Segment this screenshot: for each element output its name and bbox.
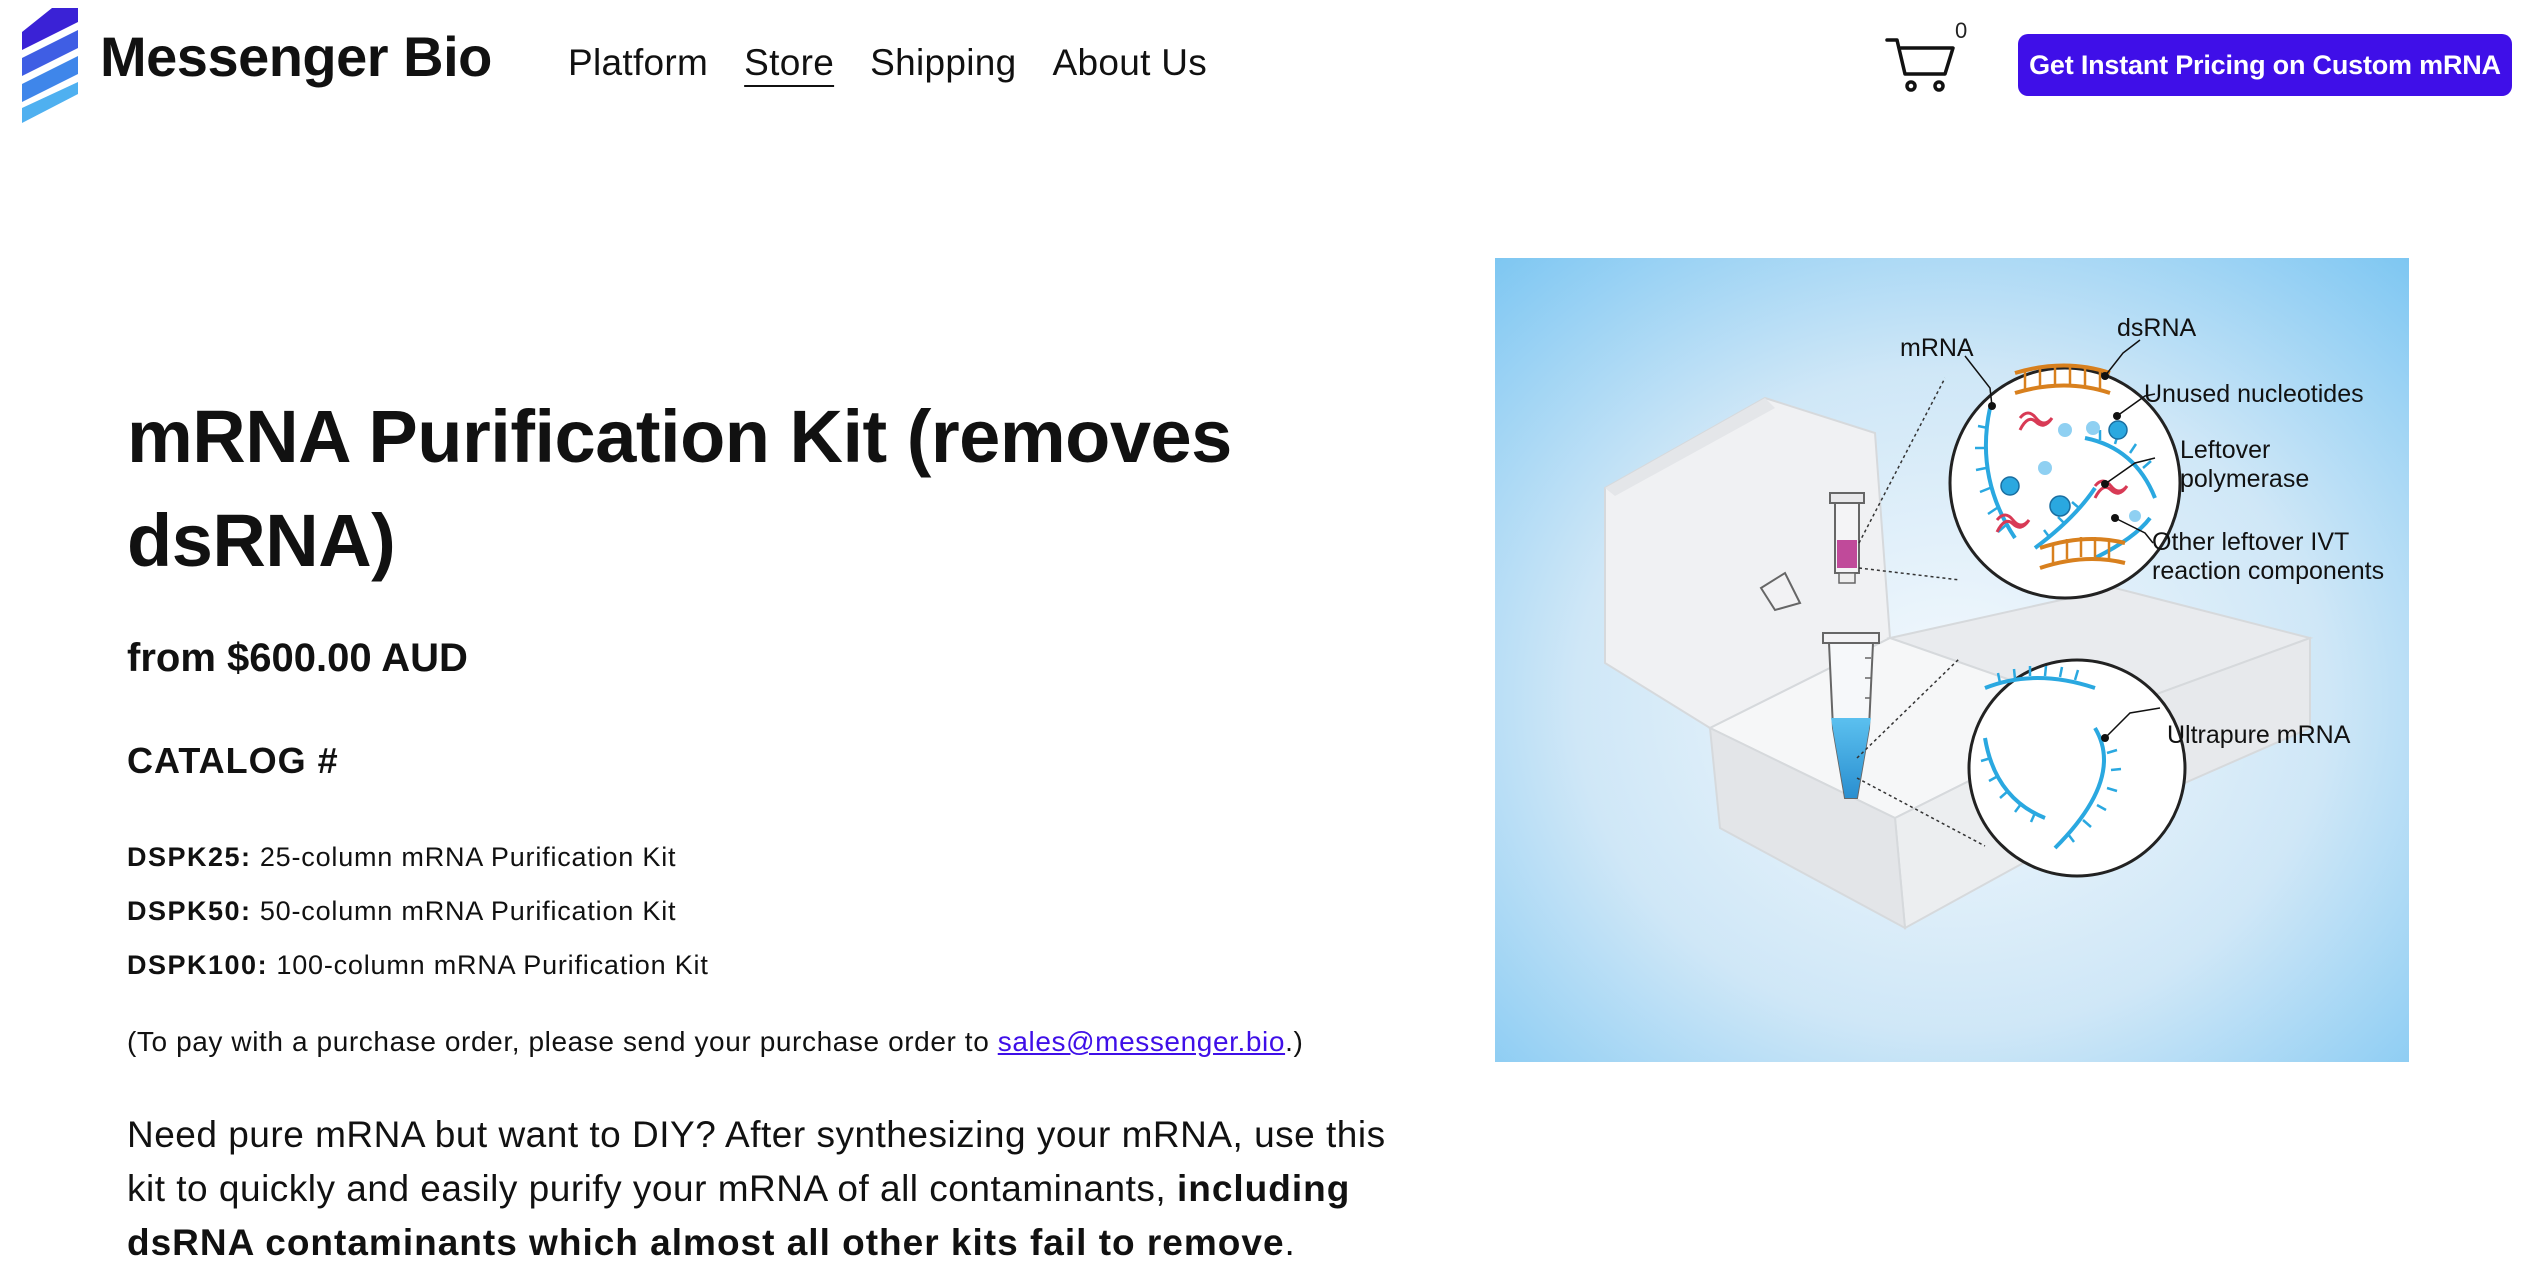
catalog-item: DSPK25: 25-column mRNA Purification Kit xyxy=(127,830,709,884)
catalog-list: DSPK25: 25-column mRNA Purification Kit … xyxy=(127,830,709,992)
catalog-code: DSPK50: xyxy=(127,896,252,926)
product-description: Need pure mRNA but want to DIY? After sy… xyxy=(127,1108,1427,1270)
nav-about-us[interactable]: About Us xyxy=(1053,42,1208,84)
label-other-components-2: reaction components xyxy=(2152,557,2384,585)
nav-store[interactable]: Store xyxy=(744,42,834,84)
main-nav: Platform Store Shipping About Us xyxy=(568,42,1207,84)
purchase-order-note: (To pay with a purchase order, please se… xyxy=(127,1026,1303,1058)
label-leftover-polymerase-1: Leftover xyxy=(2180,436,2270,464)
label-ultrapure-mrna: Ultrapure mRNA xyxy=(2167,721,2351,749)
spin-column-illustration xyxy=(1829,492,1865,584)
catalog-description: 50-column mRNA Purification Kit xyxy=(259,896,677,926)
cart-count-badge: 0 xyxy=(1955,18,1968,43)
sales-email-link[interactable]: sales@messenger.bio xyxy=(998,1026,1285,1057)
site-header: Messenger Bio Platform Store Shipping Ab… xyxy=(0,0,2541,130)
product-image[interactable]: mRNA dsRNA Unused nucleotides Leftover p… xyxy=(1495,258,2409,1062)
catalog-description: 100-column mRNA Purification Kit xyxy=(276,950,709,980)
catalog-code: DSPK25: xyxy=(127,842,252,872)
messenger-bio-logo-icon[interactable] xyxy=(22,8,84,123)
po-note-end: .) xyxy=(1285,1026,1304,1057)
catalog-item: DSPK50: 50-column mRNA Purification Kit xyxy=(127,884,709,938)
description-end: . xyxy=(1284,1222,1296,1263)
catalog-description: 25-column mRNA Purification Kit xyxy=(259,842,677,872)
catalog-code: DSPK100: xyxy=(127,950,269,980)
label-leftover-polymerase-2: polymerase xyxy=(2180,465,2309,493)
product-price: from $600.00 AUD xyxy=(127,636,468,680)
po-note-text: (To pay with a purchase order, please se… xyxy=(127,1026,998,1057)
shopping-cart-icon[interactable] xyxy=(1885,36,1957,94)
catalog-item: DSPK100: 100-column mRNA Purification Ki… xyxy=(127,938,709,992)
brand-name[interactable]: Messenger Bio xyxy=(100,24,492,89)
label-dsrna: dsRNA xyxy=(2117,314,2197,342)
nav-platform[interactable]: Platform xyxy=(568,42,708,84)
product-title: mRNA Purification Kit (removes dsRNA) xyxy=(127,395,1232,582)
label-mrna: mRNA xyxy=(1900,334,1974,362)
label-other-components-1: Other leftover IVT xyxy=(2152,528,2349,556)
nav-shipping[interactable]: Shipping xyxy=(870,42,1016,84)
catalog-heading: CATALOG # xyxy=(127,740,339,781)
ultrapure-mrna-zoom xyxy=(1967,658,2187,878)
instant-pricing-button[interactable]: Get Instant Pricing on Custom mRNA xyxy=(2018,34,2512,96)
label-unused-nucleotides: Unused nucleotides xyxy=(2144,380,2364,408)
